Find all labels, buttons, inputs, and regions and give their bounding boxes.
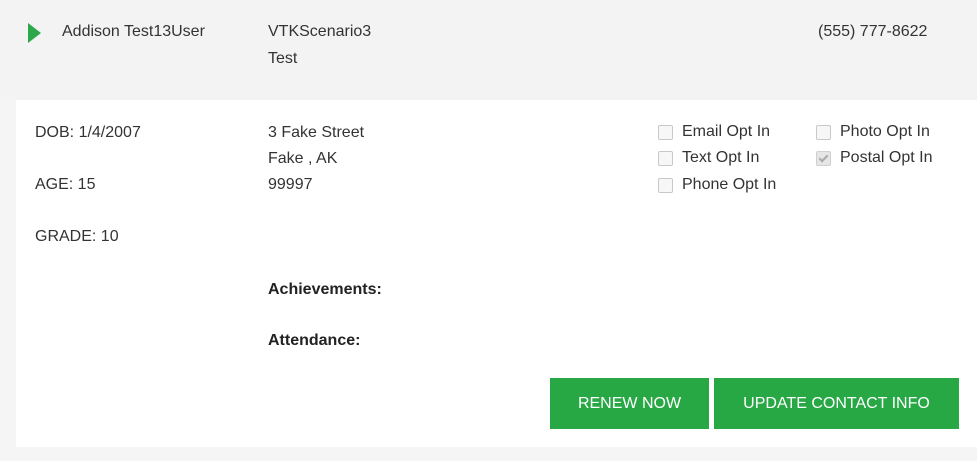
program-name: VTKScenario3	[268, 23, 372, 40]
attendance-label: Attendance:	[268, 332, 361, 349]
student-details-panel: DOB: 1/4/2007 AGE: 15 GRADE: 10 3 Fake S…	[16, 100, 977, 447]
dob-text: DOB: 1/4/2007	[35, 124, 141, 141]
email-opt-in-checkbox[interactable]	[658, 124, 673, 140]
phone-opt-in[interactable]: Phone Opt In	[658, 172, 776, 198]
phone-number: (555) 777-8622	[818, 23, 928, 40]
program-subname: Test	[268, 50, 298, 67]
grade-text: GRADE: 10	[35, 228, 119, 245]
student-header-row[interactable]: Addison Test13User VTKScenario3 Test (55…	[0, 0, 977, 100]
update-contact-info-button[interactable]: UPDATE CONTACT INFO	[714, 378, 959, 429]
text-opt-in-label: Text Opt In	[682, 149, 760, 166]
text-opt-in-checkbox[interactable]	[658, 150, 673, 166]
text-opt-in[interactable]: Text Opt In	[658, 145, 759, 171]
achievements-label: Achievements:	[268, 281, 382, 298]
address-line-3: 99997	[268, 176, 313, 193]
postal-opt-in-label: Postal Opt In	[840, 149, 933, 166]
photo-opt-in-checkbox[interactable]	[816, 124, 831, 140]
address-line-1: 3 Fake Street	[268, 124, 365, 141]
email-opt-in[interactable]: Email Opt In	[658, 119, 770, 145]
photo-opt-in-label: Photo Opt In	[840, 123, 930, 140]
phone-opt-in-checkbox[interactable]	[658, 177, 673, 193]
photo-opt-in[interactable]: Photo Opt In	[816, 119, 930, 145]
email-opt-in-label: Email Opt In	[682, 123, 771, 140]
expand-arrow-icon[interactable]	[28, 23, 41, 43]
phone-opt-in-label: Phone Opt In	[682, 176, 777, 193]
address-line-2: Fake , AK	[268, 150, 338, 167]
age-text: AGE: 15	[35, 176, 96, 193]
postal-opt-in[interactable]: Postal Opt In	[816, 145, 933, 171]
student-name: Addison Test13User	[62, 23, 205, 40]
postal-opt-in-checkbox[interactable]	[816, 150, 831, 166]
renew-now-button[interactable]: RENEW NOW	[550, 378, 709, 429]
